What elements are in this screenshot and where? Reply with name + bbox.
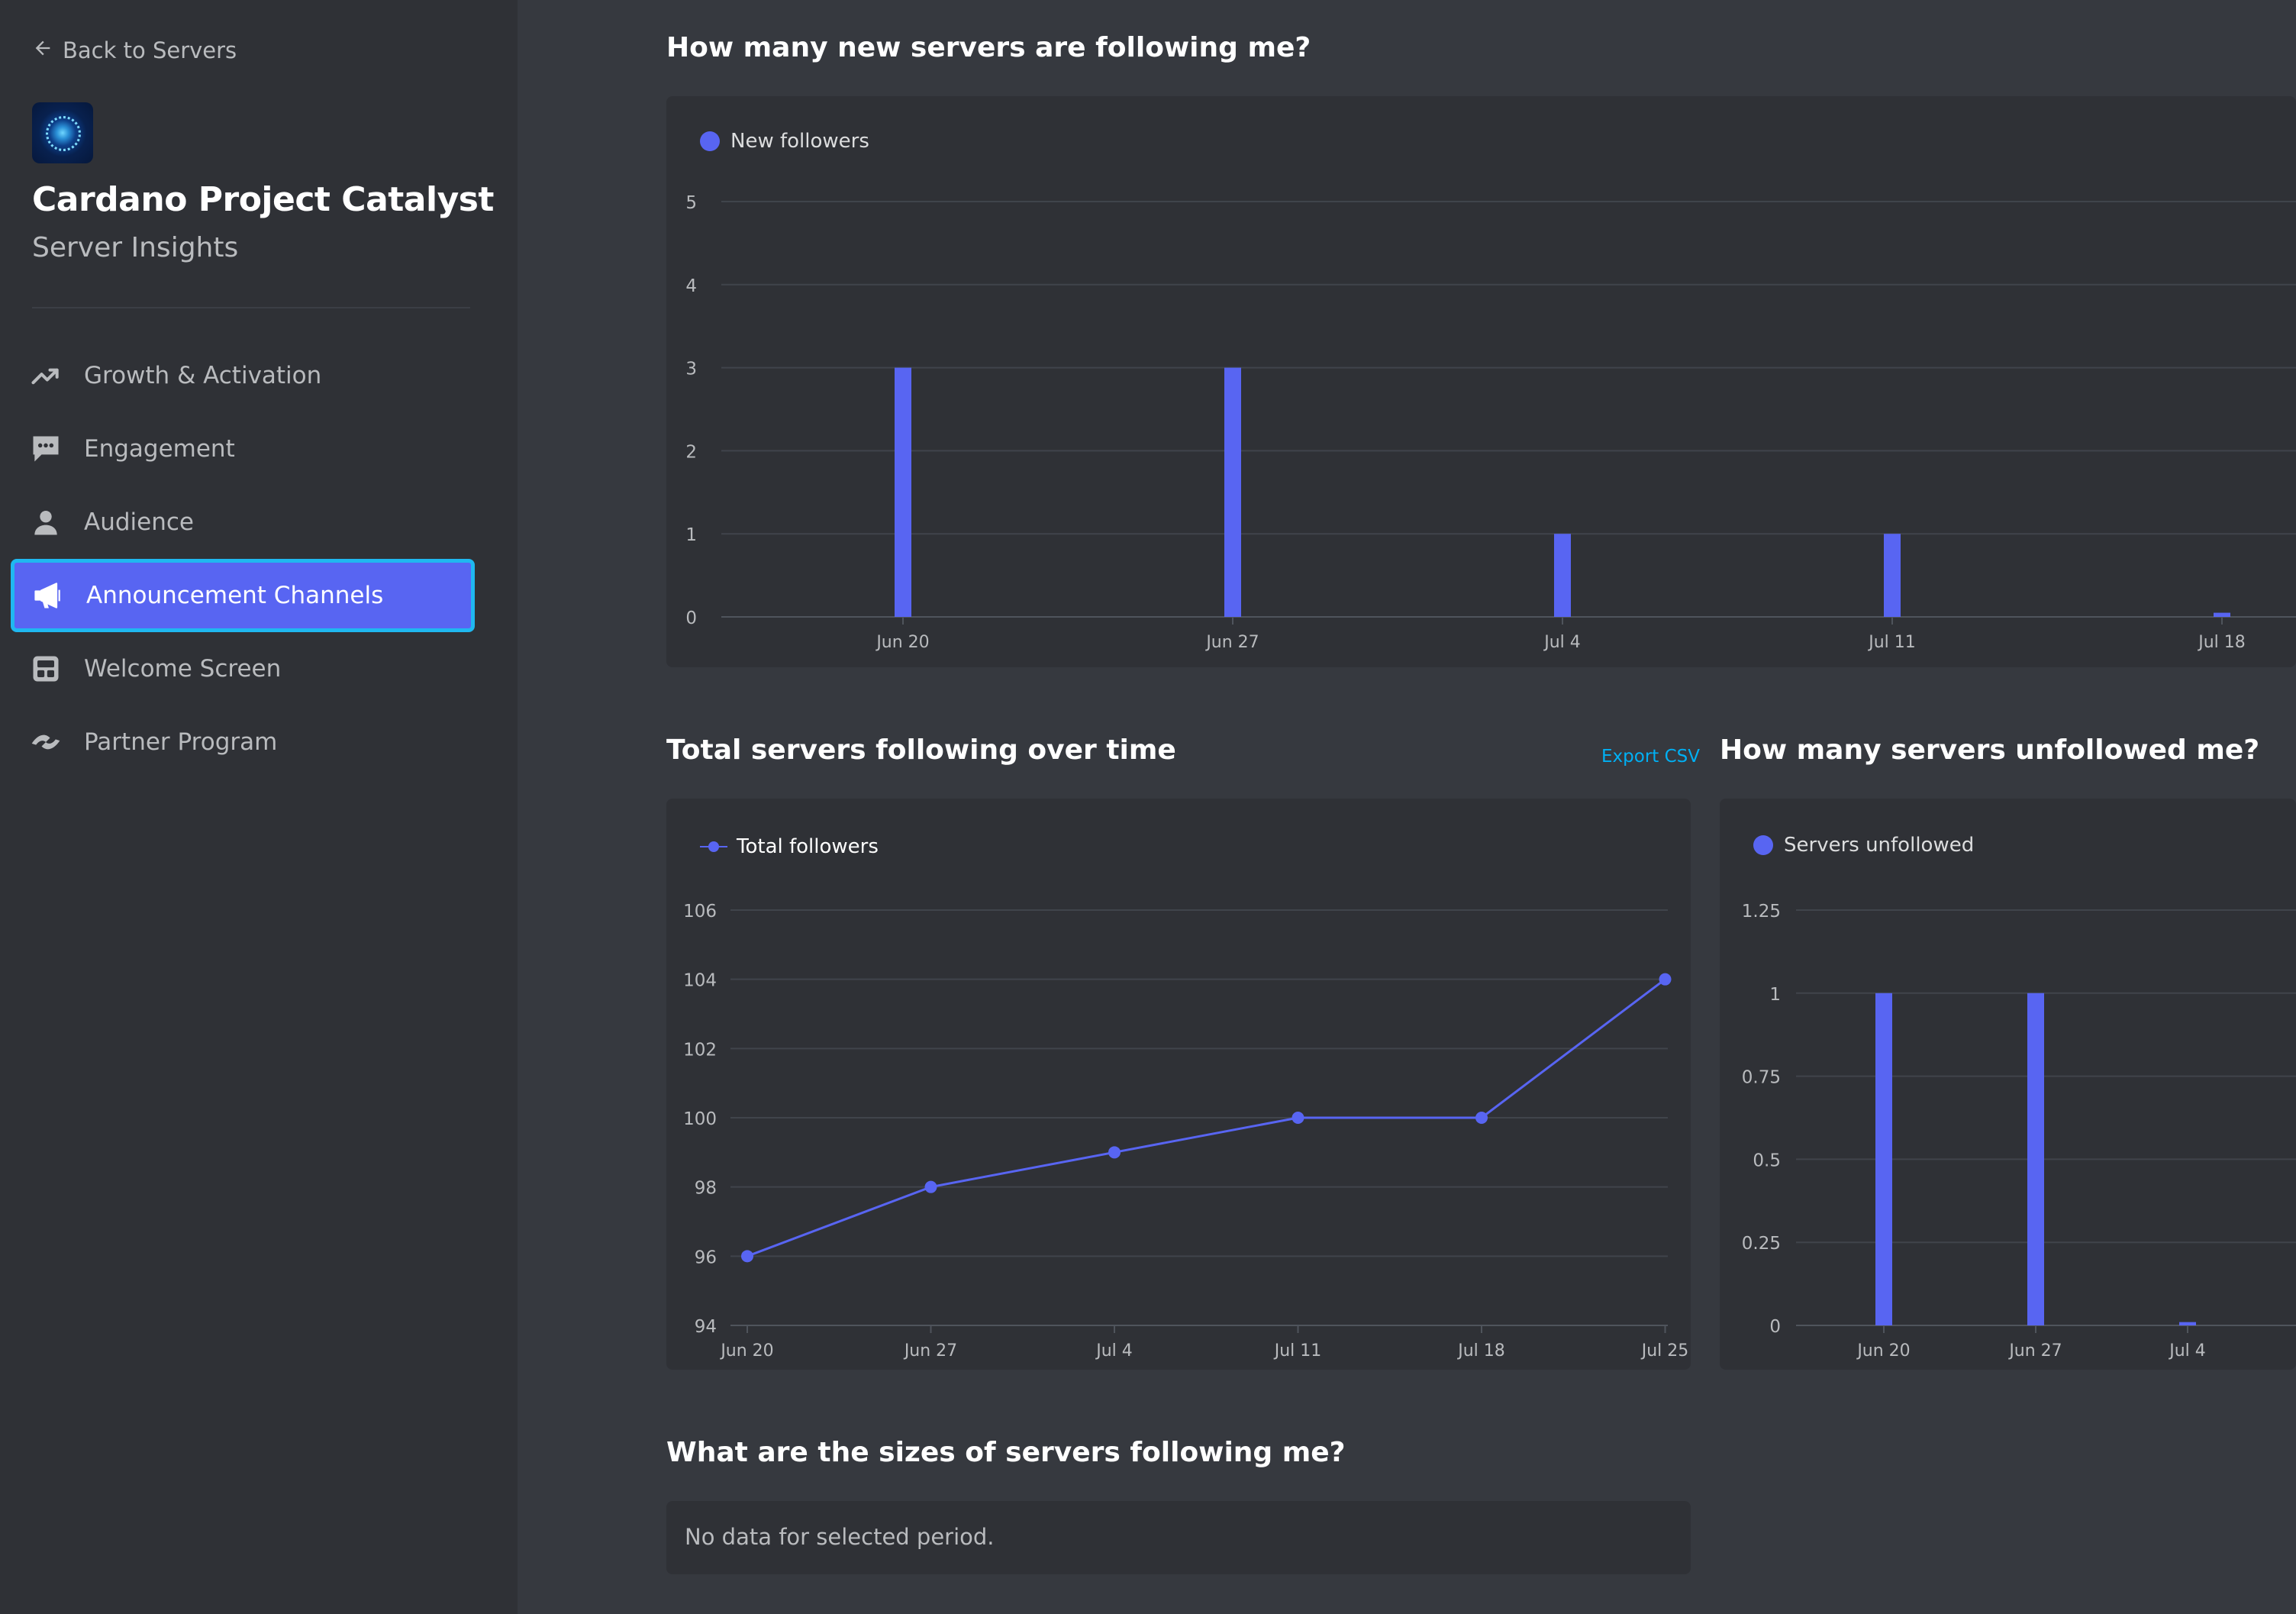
y-tick-label: 3: [685, 360, 697, 379]
sidebar-item-label: Engagement: [84, 435, 235, 463]
x-tick-label: Jun 20: [719, 1341, 773, 1361]
total-followers-line-chart: 94 96 98 100 102 104 106 Jun 20 Jun 27 Jul 4 Jul 1…: [683, 902, 1689, 1361]
total-followers-chart-card: Total followers 94 96 98 100 102 104 106 Jun 20…: [666, 799, 1691, 1370]
sidebar-item-label: Announcement Channels: [86, 582, 384, 609]
unfollowed-chart-card: Servers unfollowed 0 0.25 0.5 0.75 1 1.25 Jun …: [1720, 799, 2296, 1370]
x-tick-label: Jun 27: [903, 1341, 957, 1361]
sidebar-item-growth-activation[interactable]: Growth & Activation: [12, 342, 473, 409]
x-tick-label: Jul 4: [2168, 1341, 2206, 1361]
data-point: [1108, 1146, 1121, 1159]
page-subtitle: Server Insights: [32, 232, 239, 263]
x-tick-label: Jul 11: [1867, 633, 1916, 652]
bar: [2027, 993, 2044, 1325]
bar: [1224, 367, 1241, 617]
total-following-title: Total servers following over time: [666, 734, 1176, 766]
server-sizes-card: No data for selected period.: [666, 1501, 1691, 1574]
unfollowed-title: How many servers unfollowed me?: [1720, 734, 2260, 766]
y-tick-label: 104: [683, 971, 717, 991]
y-tick-label: 98: [695, 1179, 717, 1199]
bar: [2214, 612, 2230, 617]
megaphone-icon: [31, 579, 65, 612]
y-tick-label: 1: [1769, 985, 1781, 1005]
x-tick-label: Jun 27: [1204, 633, 1259, 652]
y-tick-label: 0: [685, 608, 697, 628]
server-sizes-title: What are the sizes of servers following …: [666, 1437, 1346, 1468]
bar: [1884, 534, 1901, 617]
y-tick-label: 102: [683, 1040, 717, 1060]
data-point: [1659, 973, 1672, 986]
person-icon: [29, 505, 63, 539]
new-followers-title: How many new servers are following me?: [666, 32, 1311, 63]
x-tick-label: Jul 4: [1095, 1341, 1133, 1361]
y-tick-label: 1.25: [1742, 902, 1781, 922]
servers-unfollowed-bar-chart: 0 0.25 0.5 0.75 1 1.25 Jun 20 Jun 27 Jul 4: [1742, 902, 2296, 1361]
sidebar-item-label: Audience: [84, 508, 194, 536]
data-point: [1292, 1112, 1304, 1124]
new-followers-bar-chart: 0 1 2 3 4 5 Jun 20 Jun 27 Jul 4 Jul 11 Jul 18: [685, 193, 2296, 652]
sidebar-divider: [32, 307, 470, 308]
bar: [1554, 534, 1571, 617]
sidebar: Back to Servers Cardano Project Catalyst…: [0, 0, 518, 1614]
sidebar-item-welcome-screen[interactable]: Welcome Screen: [12, 635, 473, 702]
bar: [2179, 1322, 2196, 1325]
x-tick-label: Jul 25: [1640, 1341, 1689, 1361]
y-tick-label: 1: [685, 525, 697, 545]
y-tick-label: 0.25: [1742, 1234, 1781, 1254]
data-point: [924, 1180, 937, 1193]
sidebar-item-announcement-channels[interactable]: Announcement Channels: [11, 559, 475, 632]
bar: [895, 367, 911, 617]
data-point: [1475, 1112, 1488, 1124]
y-tick-label: 0: [1769, 1317, 1781, 1337]
sidebar-item-partner-program[interactable]: Partner Program: [12, 709, 473, 776]
y-tick-label: 106: [683, 902, 717, 922]
y-tick-label: 94: [695, 1317, 717, 1337]
new-followers-chart-card: New followers 0 1 2 3 4 5 Jun 20 Jun 27 Jul 4 Jul…: [666, 96, 2296, 667]
x-tick-label: Jul 18: [1456, 1341, 1505, 1361]
chat-bubble-icon: [29, 432, 63, 466]
trending-up-icon: [29, 359, 63, 392]
no-data-message: No data for selected period.: [685, 1524, 995, 1550]
insights-content: How many new servers are following me? N…: [518, 0, 2296, 1614]
sidebar-item-engagement[interactable]: Engagement: [12, 415, 473, 483]
x-tick-label: Jul 18: [2197, 633, 2246, 652]
back-to-servers-label: Back to Servers: [63, 37, 237, 63]
y-tick-label: 5: [685, 193, 697, 213]
x-tick-label: Jun 20: [1856, 1341, 1910, 1361]
y-tick-label: 2: [685, 442, 697, 462]
x-tick-label: Jul 11: [1273, 1341, 1322, 1361]
server-avatar: [32, 102, 93, 163]
sidebar-item-audience[interactable]: Audience: [12, 489, 473, 556]
sidebar-item-label: Partner Program: [84, 728, 278, 756]
data-point: [741, 1250, 753, 1263]
back-to-servers-link[interactable]: Back to Servers: [32, 35, 237, 66]
export-csv-link[interactable]: Export CSV: [1601, 747, 1700, 767]
y-tick-label: 96: [695, 1248, 717, 1267]
partner-icon: [29, 725, 63, 759]
server-name: Cardano Project Catalyst: [32, 180, 494, 219]
y-tick-label: 0.75: [1742, 1068, 1781, 1088]
sidebar-item-label: Growth & Activation: [84, 362, 322, 389]
arrow-left-icon: [32, 37, 63, 64]
sidebar-item-label: Welcome Screen: [84, 655, 282, 683]
y-tick-label: 100: [683, 1109, 717, 1129]
x-tick-label: Jun 20: [875, 633, 929, 652]
welcome-icon: [29, 652, 63, 686]
x-tick-label: Jun 27: [2007, 1341, 2062, 1361]
y-tick-label: 0.5: [1753, 1151, 1781, 1170]
y-tick-label: 4: [685, 276, 697, 296]
x-tick-label: Jul 4: [1543, 633, 1581, 652]
bar: [1875, 993, 1892, 1325]
